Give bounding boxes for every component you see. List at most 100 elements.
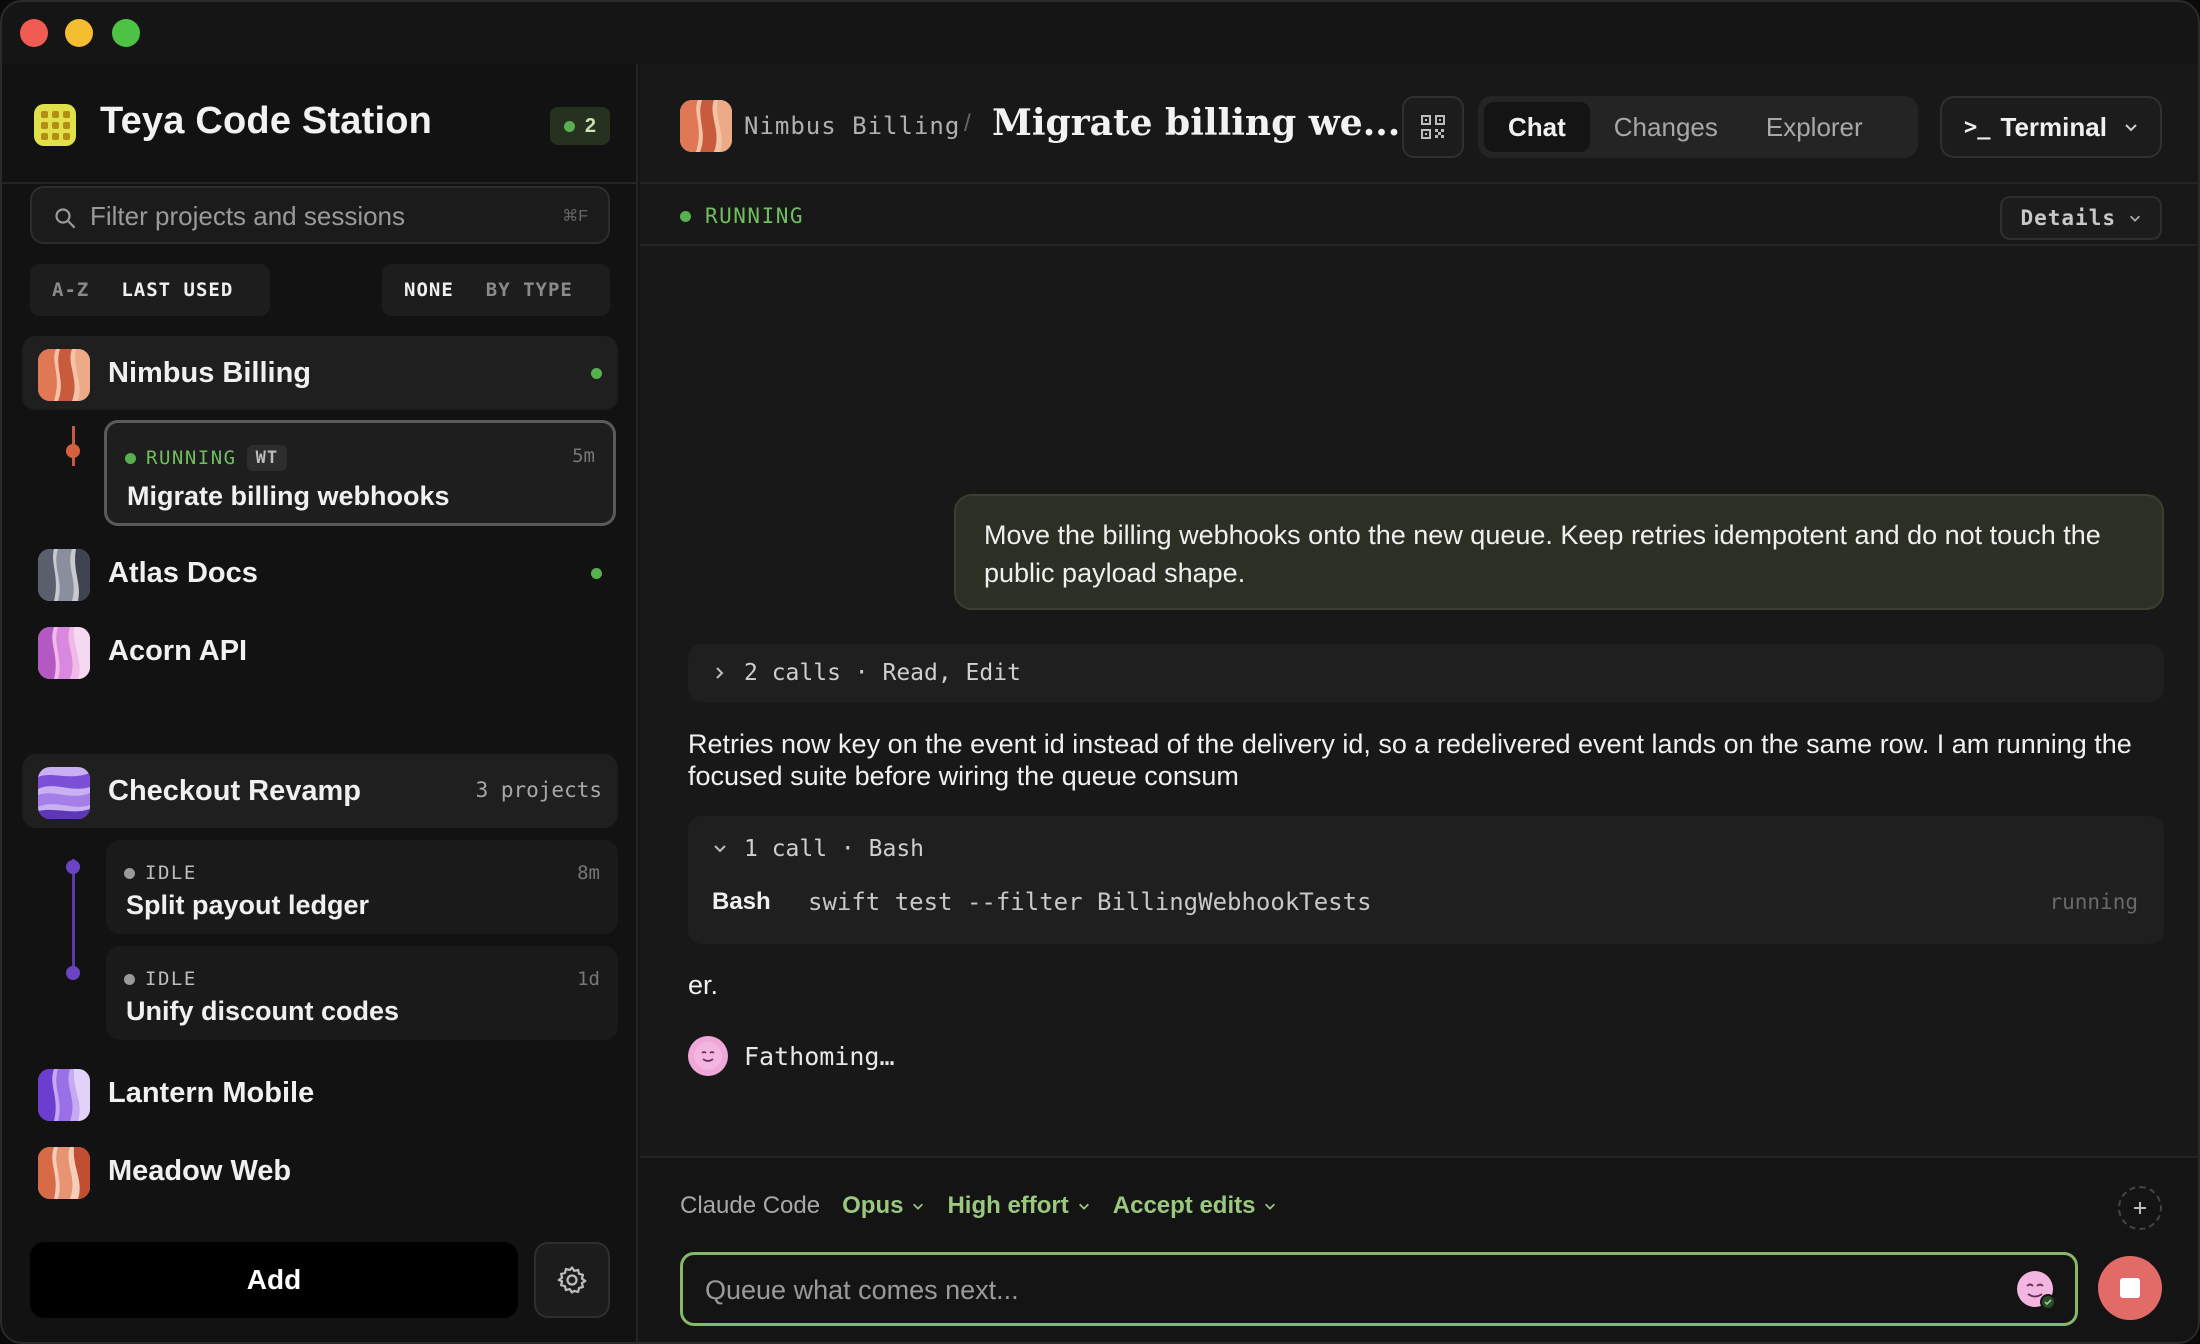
filter-field[interactable]: ⌘F	[30, 186, 610, 244]
chevron-down-icon	[2130, 215, 2140, 222]
run-status: RUNNING	[680, 204, 804, 228]
project-row-acorn-api[interactable]: Acorn API	[22, 614, 618, 688]
session-item-unify-discount-codes[interactable]: IDLE 1d Unify discount codes	[106, 946, 618, 1040]
project-row-nimbus-billing[interactable]: Nimbus Billing	[22, 336, 618, 410]
stop-icon	[2120, 1278, 2140, 1298]
chevron-down-icon	[2125, 124, 2137, 132]
tool-call-card: 1 call · Bash Bash swift test --filter B…	[688, 816, 2164, 944]
session-time: 5m	[572, 445, 595, 467]
worktree-badge: WT	[246, 445, 288, 471]
project-row-checkout-revamp[interactable]: Checkout Revamp 3 projects	[22, 754, 618, 828]
status-dot-icon	[124, 973, 135, 985]
zoom-window-button[interactable]	[112, 19, 140, 47]
project-avatar-icon	[38, 627, 90, 679]
sidebar-header: Teya Code Station 2	[2, 64, 638, 184]
status-bar: RUNNING Details	[640, 186, 2198, 246]
project-avatar-icon	[38, 1069, 90, 1121]
project-row-meadow-web[interactable]: Meadow Web	[22, 1134, 618, 1208]
filter-shortcut: ⌘F	[562, 208, 588, 225]
title-bar	[2, 2, 2198, 64]
search-icon	[55, 208, 76, 229]
project-avatar-icon	[38, 1147, 90, 1199]
filter-input[interactable]	[90, 198, 530, 234]
composer: Claude Code Opus High effort Accept edit…	[640, 1156, 2198, 1342]
project-status-dot-icon	[591, 568, 602, 579]
project-name: Acorn API	[108, 635, 248, 667]
tab-explorer[interactable]: Explorer	[1742, 102, 1887, 152]
status-dot-icon	[125, 452, 136, 464]
add-button[interactable]: Add	[30, 1242, 518, 1318]
session-title: Split payout ledger	[126, 890, 370, 920]
sort-option-az[interactable]: A-Z	[36, 279, 105, 301]
gear-icon	[557, 1266, 587, 1294]
details-button[interactable]: Details	[2000, 196, 2162, 240]
tool-call-header[interactable]: 1 call · Bash	[712, 836, 924, 862]
project-name: Lantern Mobile	[108, 1077, 315, 1109]
group-option-by-type[interactable]: BY TYPE	[470, 279, 589, 301]
effort-selector[interactable]: High effort	[947, 1192, 1090, 1220]
project-status-dot-icon	[591, 368, 602, 379]
session-time: 8m	[577, 862, 600, 884]
assistant-message-tail: er.	[688, 970, 719, 1000]
session-item-migrate-billing-webhooks[interactable]: RUNNING WT 5m Migrate billing webhooks	[104, 420, 616, 526]
session-header: Nimbus Billing / Migrate billing we... C…	[640, 64, 2198, 184]
model-selector[interactable]: Opus	[842, 1192, 925, 1220]
edit-mode-selector[interactable]: Accept edits	[1113, 1192, 1278, 1220]
sort-toggle: A-Z LAST USED	[30, 264, 270, 316]
details-label: Details	[2020, 206, 2116, 230]
tab-changes[interactable]: Changes	[1590, 102, 1742, 152]
chevron-down-icon	[913, 1203, 924, 1210]
project-name: Meadow Web	[108, 1155, 292, 1187]
queue-input[interactable]	[705, 1271, 1965, 1309]
breadcrumb-separator: /	[964, 110, 971, 137]
qr-code-button[interactable]	[1402, 96, 1464, 158]
status-dot-icon	[563, 120, 575, 132]
tree-node-icon	[66, 966, 80, 980]
agent-label: Claude Code	[680, 1192, 821, 1219]
chevron-right-icon	[716, 667, 724, 679]
assistant-avatar-icon	[2017, 1271, 2056, 1310]
running-count-badge[interactable]: 2	[549, 107, 610, 145]
queue-field[interactable]	[680, 1252, 2078, 1326]
session-time: 1d	[577, 968, 600, 990]
chevron-down-icon	[1265, 1203, 1276, 1210]
terminal-button[interactable]: >_ Terminal	[1940, 96, 2162, 158]
tool-call-summary: 1 call · Bash	[744, 836, 925, 862]
project-name: Atlas Docs	[108, 557, 258, 589]
edit-mode-value: Accept edits	[1112, 1192, 1256, 1219]
tool-name: Bash	[712, 888, 771, 915]
session-title: Migrate billing webhooks	[127, 481, 450, 511]
minimize-window-button[interactable]	[65, 19, 93, 47]
sidebar: Teya Code Station 2 ⌘F A-Z LAST USED NON…	[2, 64, 638, 1342]
sort-option-last-used[interactable]: LAST USED	[105, 279, 249, 301]
tree-node-icon	[66, 444, 80, 458]
close-window-button[interactable]	[20, 19, 48, 47]
session-status-label: IDLE	[145, 862, 197, 884]
session-title: Unify discount codes	[126, 996, 400, 1026]
app-logo-icon	[34, 104, 76, 146]
thinking-indicator: Fathoming…	[688, 1036, 895, 1076]
view-tabs: Chat Changes Explorer	[1478, 96, 1918, 158]
model-value: Opus	[842, 1192, 904, 1219]
composer-options: Claude Code Opus High effort Accept edit…	[680, 1192, 1277, 1220]
project-meta: 3 projects	[475, 778, 602, 802]
add-context-button[interactable]	[2118, 1186, 2162, 1230]
settings-button[interactable]	[534, 1242, 610, 1318]
tool-calls-summary: 2 calls · Read, Edit	[744, 660, 1021, 686]
session-status-label: IDLE	[145, 968, 197, 990]
group-option-none[interactable]: NONE	[388, 279, 470, 301]
tool-state: running	[2049, 890, 2138, 914]
project-avatar-icon	[38, 767, 90, 819]
project-row-atlas-docs[interactable]: Atlas Docs	[22, 536, 618, 610]
breadcrumb-project[interactable]: Nimbus Billing	[744, 112, 960, 140]
session-status: IDLE	[124, 968, 197, 990]
project-avatar-icon	[38, 549, 90, 601]
tool-calls-collapsed[interactable]: 2 calls · Read, Edit	[688, 644, 2164, 702]
project-row-lantern-mobile[interactable]: Lantern Mobile	[22, 1056, 618, 1130]
tab-chat[interactable]: Chat	[1484, 102, 1590, 152]
session-status-label: RUNNING	[146, 447, 237, 469]
session-item-split-payout-ledger[interactable]: IDLE 8m Split payout ledger	[106, 840, 618, 934]
project-avatar-icon	[680, 100, 732, 152]
stop-button[interactable]	[2098, 1256, 2162, 1320]
status-dot-icon	[124, 867, 135, 879]
